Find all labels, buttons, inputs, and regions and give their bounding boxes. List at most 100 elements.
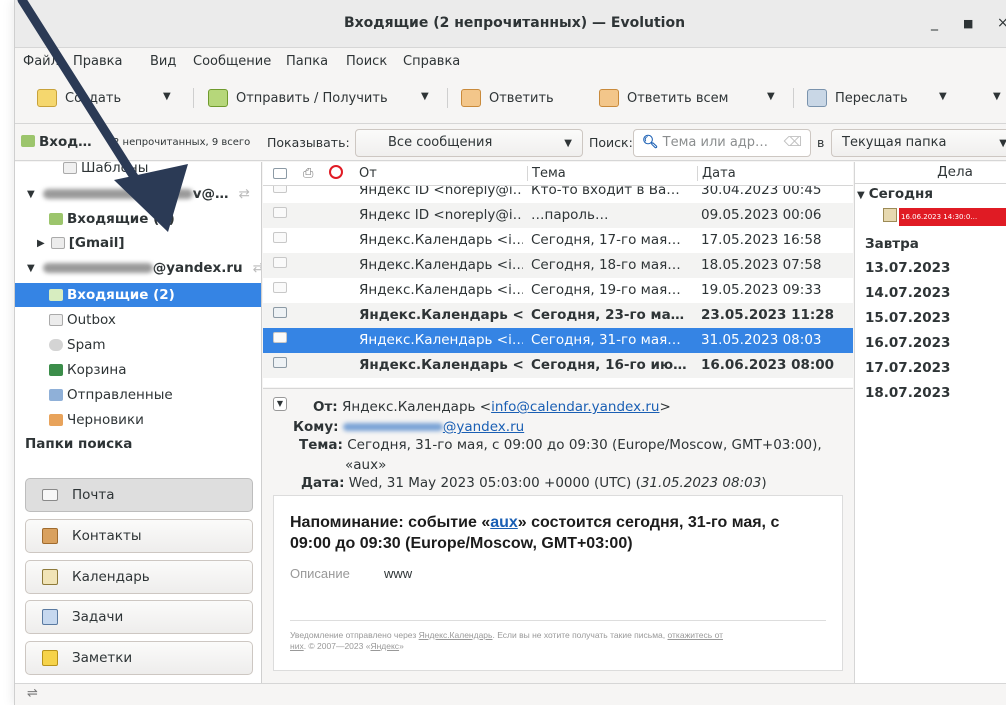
from-email-link[interactable]: info@calendar.yandex.ru [491,399,659,415]
show-filter-value: Все сообщения [388,135,493,150]
switcher-contacts-button[interactable]: Контакты [25,519,253,553]
trash-icon [49,364,63,376]
maximize-icon[interactable]: ■ [963,17,973,30]
from-bracket: > [659,399,671,415]
new-dropdown-icon[interactable]: ▼ [163,91,171,102]
message-row[interactable]: Яндекс ID <noreply@i… Кто-то входит в Ва…… [263,186,853,203]
online-status-icon[interactable]: ⇌ [27,686,38,701]
search-folders-header[interactable]: Папки поиска [25,432,132,456]
send-receive-dropdown-icon[interactable]: ▼ [421,91,429,102]
tasks-group-label: Сегодня [868,186,933,202]
footer-link-unsubscribe[interactable]: них [290,641,304,651]
message-row[interactable]: Яндекс.Календарь <i… Сегодня, 31-го мая… 3… [263,328,853,353]
folder-trash[interactable]: Корзина [49,358,126,382]
inbox-icon [49,289,63,301]
reply-all-button[interactable]: Ответить всем [599,86,728,110]
message-row[interactable]: Яндекс.Календарь <… Сегодня, 23-го ма… 23.… [263,303,853,328]
tasks-group-tomorrow[interactable]: Завтра [865,236,919,252]
tasks-header[interactable]: Дела [855,162,1006,184]
overdue-task[interactable]: 16.06.2023 14:30:0… [899,208,1006,226]
footer-part: » [399,641,404,651]
minimize-icon[interactable]: _ [931,15,938,31]
switcher-label: Календарь [72,569,150,585]
read-envelope-icon[interactable] [273,282,287,293]
unread-envelope-icon[interactable] [273,307,287,318]
unread-envelope-icon[interactable] [273,357,287,368]
folder-label: Входящие (9) [67,211,175,227]
read-envelope-icon[interactable] [273,257,287,268]
send-receive-button[interactable]: Отправить / Получить [208,86,388,110]
tasks-group-date[interactable]: 13.07.2023 [865,260,950,276]
toolbar-overflow-icon[interactable]: ▼ [993,91,1001,102]
footer-link-calendar[interactable]: Яндекс.Календарь [419,630,493,640]
status-column-icon[interactable] [273,168,287,179]
forward-dropdown-icon[interactable]: ▼ [939,91,947,102]
footer-text: Уведомление отправлено через Яндекс.Кале… [290,630,828,652]
switcher-calendar-button[interactable]: Календарь [25,560,253,594]
folder-icon [50,237,65,249]
tasks-group-date[interactable]: 14.07.2023 [865,285,950,301]
tasks-group-today[interactable]: ▼ Сегодня [857,186,933,202]
show-filter-combo[interactable]: Все сообщения ▼ [355,129,583,157]
folder-sent[interactable]: Отправленные [49,383,173,407]
expand-arrow-icon: ▼ [857,190,865,201]
description-value: www [384,566,413,581]
folder-gmail-inbox[interactable]: Входящие (9) [49,207,175,231]
read-envelope-icon[interactable] [273,186,287,193]
menu-search[interactable]: Поиск [346,54,387,69]
folder-inbox[interactable]: Входящие (2) [15,283,261,307]
read-envelope-icon[interactable] [273,232,287,243]
folder-label: Outbox [67,312,116,328]
menu-view[interactable]: Вид [150,54,176,69]
search-scope-combo[interactable]: Текущая папка ▼ [831,129,1006,157]
account-gmail[interactable]: ▼ v@… ⇄ [27,182,250,206]
switcher-memos-button[interactable]: Заметки [25,641,253,675]
tasks-group-date[interactable]: 16.07.2023 [865,335,950,351]
tasks-group-date[interactable]: 15.07.2023 [865,310,950,326]
header-to: Кому: @yandex.ru [293,419,524,435]
menu-help[interactable]: Справка [403,54,460,69]
status-bar: ⇌ [15,683,1006,705]
account-yandex[interactable]: ▼ @yandex.ru ⇄ [27,256,261,280]
menu-folder[interactable]: Папка [286,54,328,69]
column-from[interactable]: От [359,166,377,181]
column-subject[interactable]: Тема [527,166,566,181]
footer-link-unsubscribe[interactable]: откажитесь от [668,630,724,640]
chevron-down-icon: ▼ [999,138,1006,149]
search-input[interactable]: 🔍︎ Тема или адр… ⌫ [633,129,811,157]
clear-search-icon[interactable]: ⌫ [784,135,802,150]
message-row[interactable]: Яндекс.Календарь <i… Сегодня, 18-го мая… 1… [263,253,853,278]
tasks-group-date[interactable]: 17.07.2023 [865,360,950,376]
folder-spam[interactable]: Spam [49,333,106,357]
to-email-link[interactable]: @yandex.ru [443,419,524,435]
reply-button[interactable]: Ответить [461,86,554,110]
menu-file[interactable]: Файл [23,54,59,69]
event-link[interactable]: aux [490,514,518,531]
footer-link-yandex[interactable]: Яндекс [370,641,399,651]
menu-message[interactable]: Сообщение [193,54,271,69]
folder-outbox[interactable]: Outbox [49,308,116,332]
message-subject: Сегодня, 18-го мая… [531,257,681,273]
read-envelope-icon[interactable] [273,332,287,343]
flag-column-icon[interactable] [329,165,343,179]
switcher-tasks-button[interactable]: Задачи [25,600,253,634]
reply-all-dropdown-icon[interactable]: ▼ [767,91,775,102]
message-row[interactable]: Яндекс.Календарь <i… Сегодня, 19-го мая… 1… [263,278,853,303]
close-icon[interactable]: × [997,15,1006,31]
forward-button[interactable]: Переслать [807,86,908,110]
attachment-column-icon[interactable]: ⎙ [303,166,313,181]
tasks-group-date[interactable]: 18.07.2023 [865,385,950,401]
new-button[interactable]: Создать [37,86,121,110]
menu-edit[interactable]: Правка [73,54,122,69]
message-row[interactable]: Яндекс ID <noreply@i… …пароль… 09.05.2023 … [263,203,853,228]
message-row[interactable]: Яндекс.Календарь <… Сегодня, 16-го ию… 16.… [263,353,853,378]
folder-gmail-group[interactable]: ▶ [Gmail] [37,231,125,255]
switcher-mail-button[interactable]: Почта [25,478,253,512]
column-date[interactable]: Дата [697,166,736,181]
message-row[interactable]: Яндекс.Календарь <i… Сегодня, 17-го мая… 1… [263,228,853,253]
folder-icon [49,314,63,326]
folder-drafts[interactable]: Черновики [49,408,144,432]
collapse-headers-icon[interactable]: ▼ [273,397,287,411]
folder-templates[interactable]: Шаблоны [63,162,148,180]
read-envelope-icon[interactable] [273,207,287,218]
